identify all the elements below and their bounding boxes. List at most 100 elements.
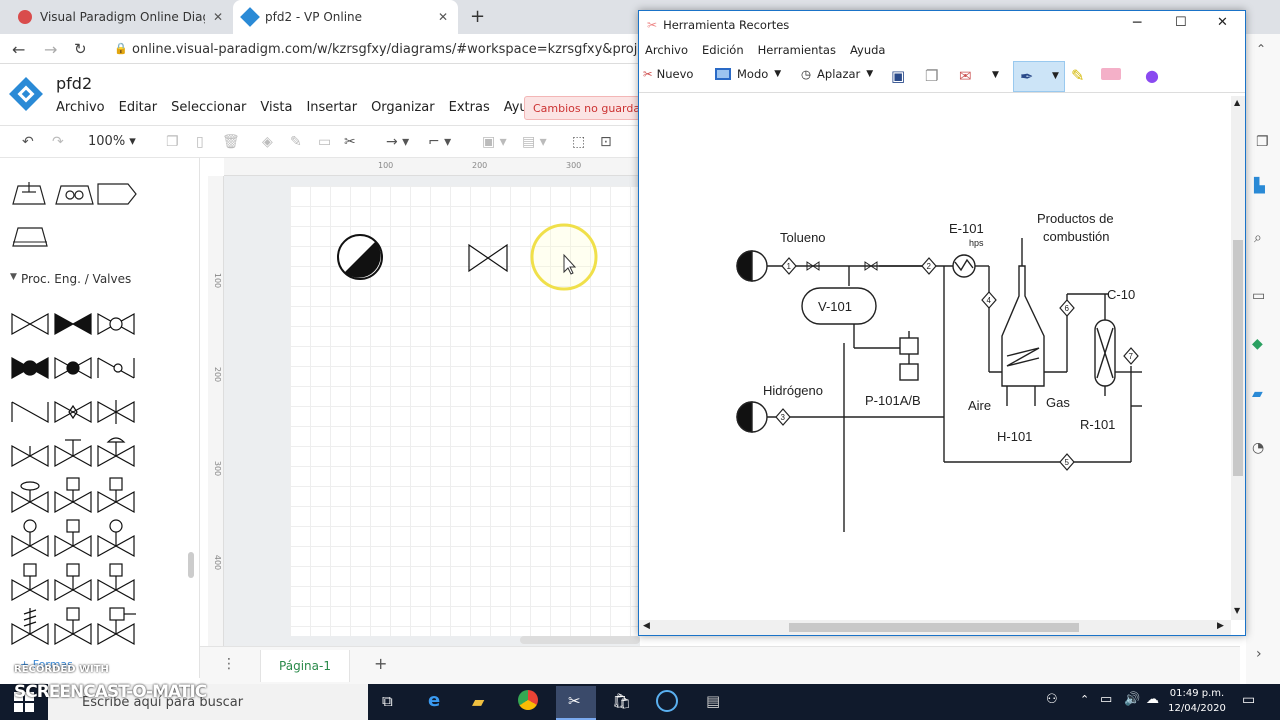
ball-valve-filled-shape[interactable] xyxy=(11,356,49,380)
snip-menu-archivo[interactable]: Archivo xyxy=(645,43,688,57)
send-icon[interactable]: ✉ xyxy=(959,67,972,85)
chevron-right-icon[interactable]: › xyxy=(1256,646,1262,662)
taskbar-clock[interactable]: 01:49 p.m. 12/04/2020 xyxy=(1168,686,1226,716)
send-dropdown-icon[interactable]: ▼ xyxy=(992,70,999,80)
forward-icon[interactable]: → xyxy=(44,40,57,59)
tag-shape[interactable] xyxy=(97,183,137,205)
minimize-icon[interactable]: ─ xyxy=(1133,15,1141,31)
line-color-icon[interactable]: ✎ xyxy=(290,134,302,150)
format-icon[interactable]: ▙ xyxy=(1254,178,1265,194)
pneumatic-valve-shape[interactable] xyxy=(11,481,49,514)
snip-h-scrollbar[interactable]: ◀ ▶ xyxy=(639,620,1231,635)
select-area-icon[interactable]: ⬚ xyxy=(572,134,585,150)
unsaved-changes-badge[interactable]: Cambios no guardados xyxy=(524,96,640,120)
screencast-icon[interactable] xyxy=(656,690,678,712)
tank-double-shape[interactable] xyxy=(55,185,94,205)
m-valve-shape[interactable] xyxy=(97,519,135,558)
gate-valve-shape[interactable] xyxy=(11,312,49,336)
sidebar-scrollbar[interactable] xyxy=(188,552,194,578)
menu-insertar[interactable]: Insertar xyxy=(306,100,357,115)
scroll-up-icon[interactable]: ▲ xyxy=(1234,98,1240,107)
needle-valve-shape[interactable] xyxy=(54,400,92,424)
file-explorer-icon[interactable]: ▰ xyxy=(472,692,484,711)
collapse-chevron-icon[interactable]: ▼ xyxy=(10,272,17,282)
ball-valve-shape[interactable] xyxy=(97,312,135,336)
f-valve-shape[interactable] xyxy=(11,563,49,602)
document-title[interactable]: pfd2 xyxy=(56,74,92,93)
tray-shape[interactable] xyxy=(10,222,50,250)
snip-v-scrollbar[interactable]: ▲ ▼ xyxy=(1231,96,1245,620)
copy-icon[interactable]: ❐ xyxy=(1256,134,1269,150)
scroll-down-icon[interactable]: ▼ xyxy=(1234,606,1240,615)
snip-menu-edicion[interactable]: Edición xyxy=(702,43,744,57)
history-icon[interactable]: ◔ xyxy=(1252,440,1264,456)
snipping-title-bar[interactable]: ✂ Herramienta Recortes ─ ☐ ✕ xyxy=(639,11,1245,39)
comment-icon[interactable]: ▰ xyxy=(1252,386,1263,402)
close-icon[interactable]: ✕ xyxy=(1217,15,1228,30)
new-tab-button[interactable]: + xyxy=(470,6,485,27)
pen-button[interactable]: ✒ ▼ xyxy=(1013,61,1065,92)
highlighter-icon[interactable]: ✎ xyxy=(1071,66,1084,85)
close-tab-icon[interactable]: ✕ xyxy=(213,10,223,24)
manual-valve-shape[interactable] xyxy=(11,444,49,468)
search-icon[interactable]: ⌕ xyxy=(1254,230,1262,246)
layers-color-icon[interactable]: ◆ xyxy=(1252,336,1263,352)
printer-icon[interactable]: ▤ xyxy=(706,692,720,710)
scroll-thumb[interactable] xyxy=(1233,240,1243,476)
edge-icon[interactable]: e xyxy=(428,690,440,711)
undo-icon[interactable]: ↶ xyxy=(22,134,34,150)
plug-valve-shape[interactable] xyxy=(54,356,92,380)
battery-icon[interactable]: ▭ xyxy=(1100,692,1112,707)
fill-color-icon[interactable]: ◈ xyxy=(262,134,273,150)
h-scroll-thumb[interactable] xyxy=(789,623,1079,632)
paint3d-icon[interactable]: ● xyxy=(1145,66,1159,85)
spring-valve-shape[interactable] xyxy=(11,608,49,646)
ch-valve-shape[interactable] xyxy=(11,519,49,558)
x-valve-shape[interactable] xyxy=(54,519,92,558)
add-page-button[interactable]: + xyxy=(374,654,387,673)
chevron-up-icon[interactable]: ⌃ xyxy=(1080,693,1089,706)
crop-icon[interactable]: ⊡ xyxy=(600,134,612,150)
people-icon[interactable]: ⚇ xyxy=(1046,692,1058,707)
align-icon[interactable]: ▤ ▾ xyxy=(522,134,547,150)
reload-icon[interactable]: ↻ xyxy=(74,40,87,58)
page-tab-1[interactable]: Página-1 xyxy=(260,650,350,682)
chevron-up-icon[interactable]: ⌃ xyxy=(1256,42,1266,56)
snipping-taskbar-button[interactable]: ✂ xyxy=(556,686,596,720)
motor-valve-shape[interactable] xyxy=(54,477,92,514)
gate-valve-on-canvas[interactable] xyxy=(466,242,510,274)
notifications-icon[interactable]: ▭ xyxy=(1242,692,1255,708)
copy-icon[interactable]: ❐ xyxy=(166,134,179,150)
w-valve-shape[interactable] xyxy=(54,607,92,646)
scroll-left-icon[interactable]: ◀ xyxy=(643,621,650,631)
canvas-h-scrollbar[interactable] xyxy=(520,636,640,644)
menu-seleccionar[interactable]: Seleccionar xyxy=(171,100,246,115)
s-arrow-valve-shape[interactable] xyxy=(97,563,135,602)
maximize-icon[interactable]: ☐ xyxy=(1175,15,1187,30)
positioner-valve-shape[interactable] xyxy=(97,607,136,646)
angle-valve-shape[interactable] xyxy=(11,401,49,424)
new-snip-button[interactable]: ✂ Nuevo xyxy=(643,67,693,81)
shadow-icon[interactable]: ▭ xyxy=(318,134,331,150)
browser-tab-2[interactable]: pfd2 - VP Online ✕ xyxy=(233,0,458,34)
eraser-icon[interactable] xyxy=(1101,68,1121,80)
menu-vista[interactable]: Vista xyxy=(260,100,292,115)
back-icon[interactable]: ← xyxy=(12,40,25,59)
store-icon[interactable]: 🛍 xyxy=(612,692,631,710)
half-filled-circle-shape[interactable] xyxy=(336,234,386,284)
solenoid-valve-shape[interactable] xyxy=(97,477,135,514)
check-valve-shape[interactable] xyxy=(97,357,135,379)
delay-button[interactable]: ◷ Aplazar ▼ xyxy=(801,67,873,81)
cloud-icon[interactable]: ☁ xyxy=(1146,692,1159,707)
connector-style-icon[interactable]: → ▾ xyxy=(386,134,409,150)
close-tab-icon[interactable]: ✕ xyxy=(438,10,448,24)
diaphragm-valve-shape[interactable] xyxy=(97,437,135,468)
browser-tab-1[interactable]: Visual Paradigm Online Diagram ✕ xyxy=(8,0,233,34)
layers-icon[interactable]: ▭ xyxy=(1252,288,1265,304)
paste-icon[interactable]: ▯ xyxy=(196,134,204,150)
closed-valve-shape[interactable] xyxy=(54,312,92,336)
chrome-icon[interactable] xyxy=(518,690,538,710)
menu-archivo[interactable]: Archivo xyxy=(56,100,105,115)
format-painter-icon[interactable]: ✂ xyxy=(344,134,356,150)
tank-shape[interactable] xyxy=(12,182,46,205)
